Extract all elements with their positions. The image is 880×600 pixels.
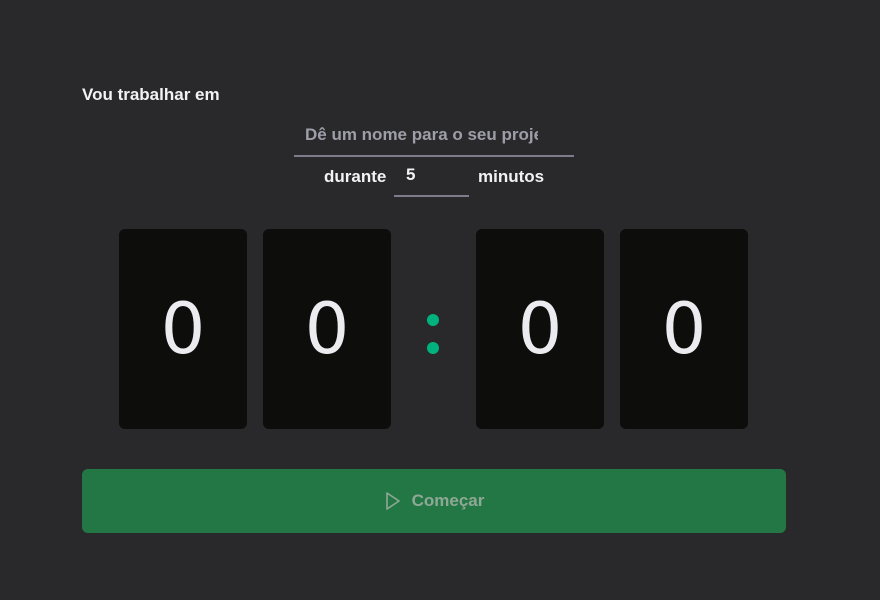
digit-value: 0 (304, 288, 350, 370)
project-name-input[interactable] (294, 120, 574, 157)
form-title: Vou trabalhar em (82, 85, 220, 104)
minutes-label: minutos (478, 167, 545, 186)
countdown-minutes-ones: 0 (263, 229, 391, 429)
countdown-seconds-tens: 0 (476, 229, 604, 429)
play-icon (385, 492, 400, 510)
separator-dot-bottom (427, 342, 439, 354)
countdown-seconds-ones: 0 (620, 229, 748, 429)
pomodoro-page: Vou trabalhar em durante minutos 0 0 0 0… (0, 0, 880, 600)
digit-value: 0 (661, 288, 707, 370)
countdown-separator (426, 313, 440, 357)
digit-value: 0 (517, 288, 563, 370)
digit-value: 0 (160, 288, 206, 370)
start-button-label: Começar (411, 491, 485, 510)
minutes-amount-input[interactable] (394, 160, 469, 197)
duration-label: durante (324, 167, 387, 186)
countdown-minutes-tens: 0 (119, 229, 247, 429)
start-countdown-button[interactable]: Começar (82, 469, 786, 533)
separator-dot-top (427, 314, 439, 326)
